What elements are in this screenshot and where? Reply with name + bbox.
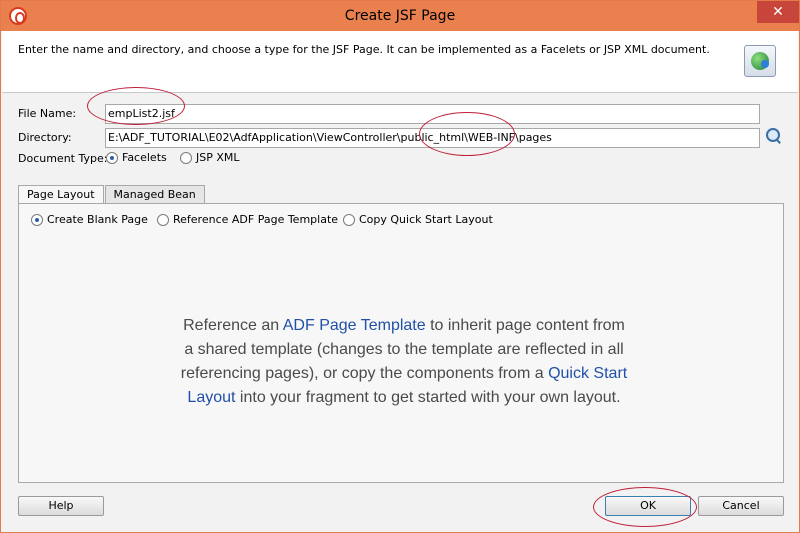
- title-bar[interactable]: Create JSF Page ✕: [1, 1, 799, 31]
- info-text-part1: Reference an: [183, 317, 283, 334]
- layout-option-blank-label: Create Blank Page: [47, 213, 148, 226]
- help-button[interactable]: Help: [18, 496, 104, 516]
- document-type-label: Document Type:: [18, 152, 108, 165]
- browse-search-icon[interactable]: [765, 127, 783, 145]
- file-name-label: File Name:: [18, 107, 77, 120]
- header-panel: Enter the name and directory, and choose…: [2, 31, 798, 93]
- info-text-part3: into your fragment to get started with y…: [235, 389, 621, 406]
- directory-label: Directory:: [18, 131, 72, 144]
- layout-option-template[interactable]: Reference ADF Page Template: [157, 213, 338, 226]
- radio-blank-page[interactable]: [31, 213, 43, 226]
- layout-option-quickstart-label: Copy Quick Start Layout: [359, 213, 493, 226]
- doc-type-facelets-option[interactable]: Facelets: [106, 151, 167, 164]
- layout-option-quickstart[interactable]: Copy Quick Start Layout: [343, 213, 493, 226]
- directory-field[interactable]: E:\ADF_TUTORIAL\E02\AdfApplication\ViewC…: [105, 128, 760, 148]
- tab-page-layout[interactable]: Page Layout: [18, 185, 104, 205]
- tab-strip: Page Layout Managed Bean: [18, 185, 206, 205]
- tab-managed-bean[interactable]: Managed Bean: [104, 185, 205, 204]
- close-button[interactable]: ✕: [757, 1, 799, 23]
- doc-type-jspxml-label: JSP XML: [196, 151, 240, 164]
- header-description: Enter the name and directory, and choose…: [18, 43, 710, 56]
- layout-option-template-label: Reference ADF Page Template: [173, 213, 339, 226]
- doc-type-facelets-label: Facelets: [122, 151, 167, 164]
- window-title: Create JSF Page: [344, 8, 456, 24]
- file-name-field[interactable]: empList2.jsf: [105, 104, 760, 124]
- page-layout-panel: Create Blank Page Reference ADF Page Tem…: [18, 203, 784, 483]
- cancel-button[interactable]: Cancel: [698, 496, 784, 516]
- ok-button[interactable]: OK: [605, 496, 691, 516]
- radio-quickstart[interactable]: [343, 213, 355, 226]
- doc-type-jspxml-option[interactable]: JSP XML: [180, 151, 240, 164]
- radio-facelets[interactable]: [106, 151, 118, 164]
- layout-option-blank[interactable]: Create Blank Page: [31, 213, 148, 226]
- create-jsf-page-dialog: Create JSF Page ✕ Enter the name and dir…: [0, 0, 800, 533]
- layout-info-text: Reference an ADF Page Template to inheri…: [179, 314, 629, 410]
- radio-template[interactable]: [157, 213, 169, 226]
- radio-jspxml[interactable]: [180, 151, 192, 164]
- globe-icon: [744, 45, 776, 77]
- adf-page-template-link[interactable]: ADF Page Template: [283, 317, 426, 334]
